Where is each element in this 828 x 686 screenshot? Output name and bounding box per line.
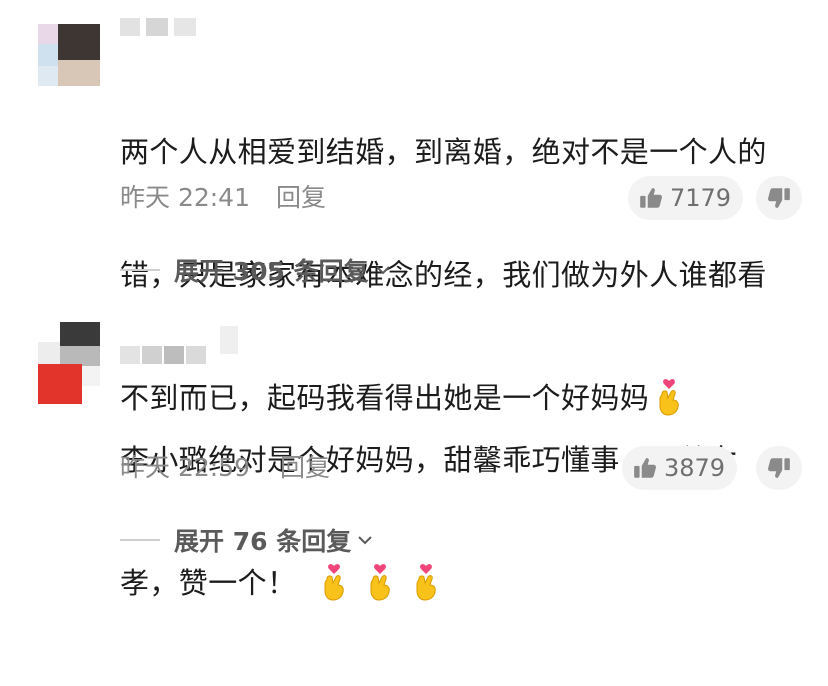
like-button[interactable]: 3879 [622,446,738,490]
thumbs-up-icon [640,188,662,208]
like-button[interactable]: 7179 [628,176,744,220]
avatar[interactable] [38,24,100,86]
dislike-button[interactable] [756,176,802,220]
comment-text-segment: 孝，赞一个！ [120,566,297,600]
chevron-down-icon [375,266,390,275]
thumbs-down-icon [768,458,790,478]
expand-replies-label: 展开 76 条回复 [174,527,352,556]
thumbs-down-icon [768,188,790,208]
expand-replies-button[interactable]: 展开 305 条回复 [120,253,393,287]
avatar[interactable] [38,322,100,404]
reply-button[interactable]: 回复 [276,183,326,213]
like-count: 7179 [670,184,732,212]
like-count: 3879 [664,454,726,482]
divider [120,539,160,541]
reply-button[interactable]: 回复 [280,453,330,483]
divider [120,269,160,271]
comment-text-line: 孝，赞一个！ [120,563,800,604]
expand-replies-label: 展开 305 条回复 [174,257,369,286]
finger-heart-emoji-icon [370,564,391,601]
expand-replies-button[interactable]: 展开 76 条回复 [120,523,375,557]
thumbs-up-icon [634,458,656,478]
finger-heart-emoji-icon [324,564,345,601]
chevron-down-icon [358,536,372,545]
finger-heart-emoji-icon [416,564,437,601]
comment-time: 昨天 22:59 [120,453,250,482]
comment-text-line: 两个人从相爱到结婚，到离婚，绝对不是一个人的 [120,135,767,169]
comment-time: 昨天 22:41 [120,183,250,212]
dislike-button[interactable] [756,446,802,490]
